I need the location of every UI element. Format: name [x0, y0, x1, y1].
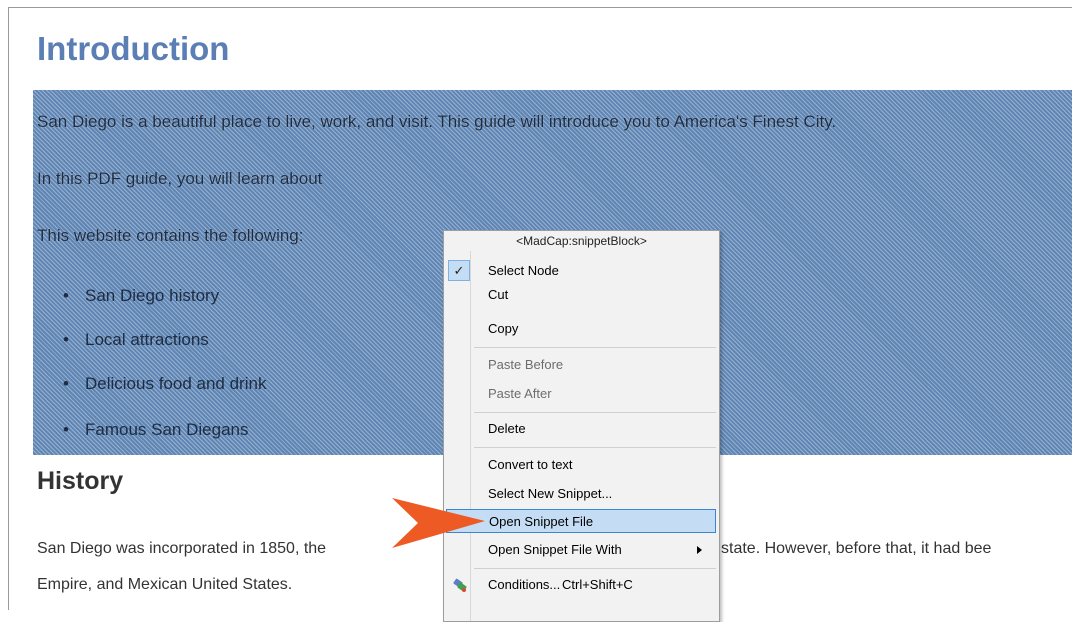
conditions-icon	[453, 578, 467, 592]
menu-header: <MadCap:snippetBlock>	[516, 234, 647, 248]
chevron-right-icon	[697, 546, 702, 554]
callout-arrow-icon	[392, 498, 485, 548]
menu-item-cut[interactable]: Cut	[446, 283, 716, 307]
menu-separator	[474, 412, 716, 413]
menu-item-copy[interactable]: Copy	[446, 317, 716, 341]
menu-separator	[474, 568, 716, 569]
menu-item-conditions[interactable]: Conditions... Ctrl+Shift+C	[446, 573, 716, 597]
menu-item-paste-before[interactable]: Paste Before	[446, 353, 716, 377]
menu-separator	[474, 347, 716, 348]
snippet-line-1: San Diego is a beautiful place to live, …	[37, 112, 837, 131]
menu-item-paste-after[interactable]: Paste After	[446, 382, 716, 406]
list-item: • San Diego history	[63, 286, 220, 305]
menu-item-convert-to-text[interactable]: Convert to text	[446, 453, 716, 477]
list-item: • Delicious food and drink	[63, 374, 267, 393]
check-icon: ✓	[448, 260, 470, 281]
context-menu: <MadCap:snippetBlock> ✓ Select Node Cut …	[443, 230, 720, 622]
page-title: Introduction	[37, 30, 230, 67]
history-text-right: state. However, before that, it had bee	[721, 540, 992, 557]
menu-item-select-node[interactable]: ✓ Select Node	[446, 259, 716, 283]
menu-separator	[474, 447, 716, 448]
history-text-line2: Empire, and Mexican United States.	[37, 576, 293, 593]
list-item: • Local attractions	[63, 330, 209, 349]
snippet-line-2: In this PDF guide, you will learn about	[37, 169, 323, 188]
history-heading: History	[37, 467, 124, 495]
snippet-line-3: This website contains the following:	[37, 226, 304, 245]
menu-item-delete[interactable]: Delete	[446, 417, 716, 441]
history-text-left: San Diego was incorporated in 1850, the	[37, 540, 327, 557]
list-item: • Famous San Diegans	[63, 420, 249, 439]
